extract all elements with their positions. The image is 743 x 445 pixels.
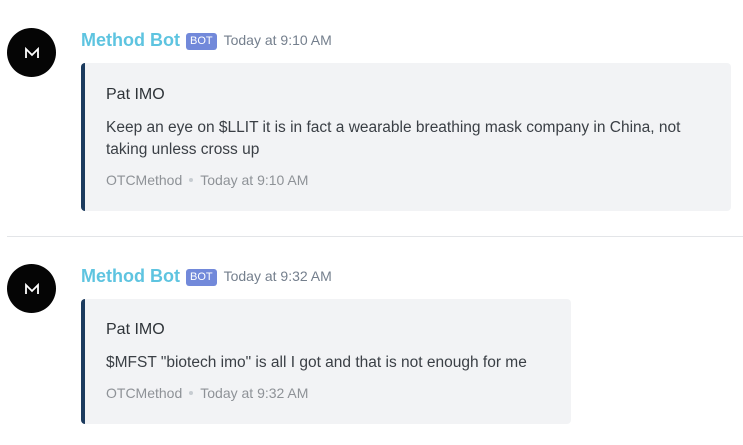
embed: Pat IMO Keep an eye on $LLIT it is in fa… <box>81 63 731 211</box>
embed-footer-text: OTCMethod <box>106 172 183 188</box>
embed-description: $MFST "biotech imo" is all I got and tha… <box>106 354 527 371</box>
embed-author: Pat IMO <box>106 321 165 338</box>
embed-footer-text: OTCMethod <box>106 385 183 401</box>
chat-messages: Method Bot BOT Today at 9:10 AM Pat IMO … <box>0 0 743 445</box>
message-timestamp[interactable]: Today at 9:10 AM <box>224 32 332 48</box>
embed-description: Keep an eye on $LLIT it is in fact a wea… <box>106 119 681 158</box>
method-logo-icon <box>24 46 39 58</box>
username[interactable]: Method Bot <box>81 30 180 51</box>
avatar[interactable] <box>7 28 56 77</box>
embed-footer-time: Today at 9:32 AM <box>200 385 309 401</box>
embed: Pat IMO $MFST "biotech imo" is all I got… <box>81 299 571 424</box>
message-group-2: Method Bot BOT Today at 9:32 AM Pat IMO … <box>0 237 743 445</box>
message-timestamp[interactable]: Today at 9:32 AM <box>224 268 332 284</box>
embed-footer: OTCMethod Today at 9:32 AM <box>106 385 308 401</box>
embed-footer-time: Today at 9:10 AM <box>200 172 309 188</box>
username[interactable]: Method Bot <box>81 266 180 287</box>
embed-author: Pat IMO <box>106 86 165 103</box>
footer-separator <box>189 391 194 395</box>
message-header: Method Bot BOT Today at 9:32 AM <box>81 264 332 288</box>
embed-footer: OTCMethod Today at 9:10 AM <box>106 172 308 188</box>
bot-badge: BOT <box>185 32 217 50</box>
method-logo-icon <box>24 282 39 294</box>
message-group-1: Method Bot BOT Today at 9:10 AM Pat IMO … <box>0 0 743 236</box>
bot-badge: BOT <box>185 268 217 286</box>
footer-separator <box>189 178 194 182</box>
avatar[interactable] <box>7 264 56 313</box>
message-header: Method Bot BOT Today at 9:10 AM <box>81 28 332 52</box>
